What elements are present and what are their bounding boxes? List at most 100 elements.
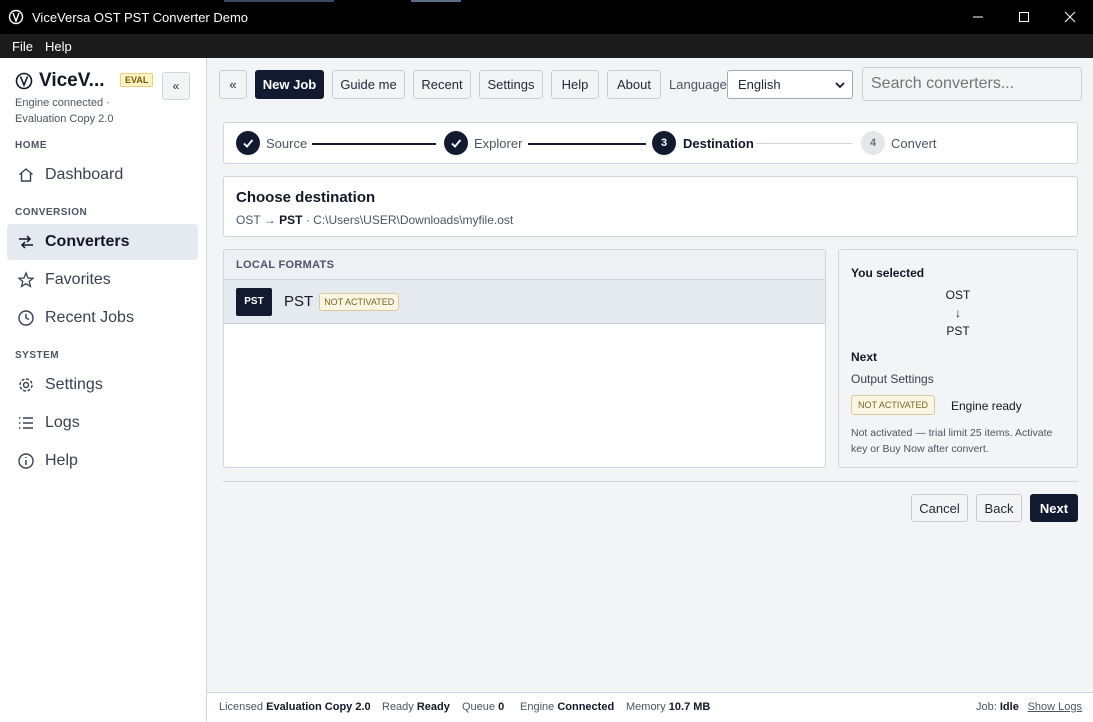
engine-ready-text: Engine ready — [951, 399, 1022, 413]
sidebar-item-dashboard[interactable]: Dashboard — [7, 157, 198, 193]
conversion-path: OST → PST · C:\Users\USER\Downloads\myfi… — [236, 213, 513, 227]
chevron-down-icon — [835, 82, 845, 89]
sidebar: ViceV... EVAL « Engine connected · Evalu… — [0, 58, 207, 722]
engine-status-line: Engine connected · — [15, 97, 110, 109]
sidebar-item-settings[interactable]: Settings — [7, 367, 198, 403]
minimize-button[interactable] — [955, 0, 1001, 34]
status-memory-value: 10.7 MB — [668, 701, 711, 713]
step-connector — [312, 143, 436, 145]
step-explorer-done — [444, 131, 468, 155]
status-bar: Licensed Evaluation Copy 2.0 Ready Ready… — [207, 692, 1093, 722]
search-input[interactable] — [862, 67, 1082, 101]
wizard-stepper: Source Explorer 3 Destination 4 Convert — [223, 122, 1078, 164]
step-label-explorer: Explorer — [474, 136, 523, 151]
status-engine-value: Connected — [557, 701, 615, 713]
status-engine-label: Engine — [520, 701, 555, 713]
gear-icon — [17, 376, 35, 394]
sidebar-collapse-button[interactable]: « — [162, 72, 190, 100]
toolbar-collapse-button[interactable]: « — [219, 70, 247, 99]
about-button[interactable]: About — [607, 70, 661, 99]
toolbar: « New Job Guide me Recent Settings Help … — [207, 58, 1093, 112]
clock-icon — [17, 309, 35, 327]
format-item-pst[interactable]: PST PST NOT ACTIVATED — [224, 280, 825, 324]
status-licensed: Licensed Evaluation Copy 2.0 — [219, 701, 371, 713]
step-label-source: Source — [266, 136, 308, 151]
minimize-icon — [973, 16, 983, 18]
step-source-done — [236, 131, 260, 155]
status-job-value: Idle — [999, 701, 1019, 713]
trial-note: Not activated — trial limit 25 items. Ac… — [851, 427, 1053, 455]
menu-help[interactable]: Help — [39, 39, 78, 54]
step-connector — [528, 143, 646, 145]
language-label: Language — [669, 77, 727, 92]
settings-button[interactable]: Settings — [479, 70, 543, 99]
step-connector — [756, 143, 852, 144]
status-engine: Engine Connected — [520, 701, 614, 713]
status-ready: Ready Ready — [382, 701, 450, 713]
summary-status-badge: NOT ACTIVATED — [851, 395, 936, 415]
home-icon — [17, 166, 35, 184]
window-title: ViceVersa OST PST Converter Demo — [32, 9, 249, 25]
sidebar-item-label: Dashboard — [45, 166, 124, 183]
maximize-icon — [1019, 12, 1029, 22]
menu-bar: File Help — [0, 34, 1093, 58]
eval-badge: EVAL — [120, 73, 154, 87]
star-icon — [17, 271, 35, 289]
sidebar-item-recent-jobs[interactable]: Recent Jobs — [7, 300, 198, 336]
sidebar-item-help[interactable]: Help — [7, 443, 198, 479]
source-format: OST — [236, 213, 261, 227]
status-queue-value: 0 — [498, 701, 505, 713]
new-job-button[interactable]: New Job — [255, 70, 324, 99]
title-accent — [224, 0, 334, 2]
selection-summary: You selected OST ↓ PST Next Output Setti… — [838, 249, 1078, 468]
summary-arrow: ↓ — [955, 306, 961, 320]
recent-button[interactable]: Recent — [413, 70, 471, 99]
cancel-button[interactable]: Cancel — [911, 494, 968, 522]
engine-status: Engine connected · Evaluation Copy 2.0 — [15, 95, 155, 127]
source-file-path: · C:\Users\USER\Downloads\myfile.ost — [305, 213, 514, 227]
checkmark-icon — [451, 139, 462, 148]
format-name: PST — [284, 293, 314, 310]
status-job-label: Job: — [976, 701, 997, 713]
next-button[interactable]: Next — [1030, 494, 1078, 522]
step-number-convert: 4 — [861, 131, 885, 155]
not-activated-badge: NOT ACTIVATED — [319, 292, 400, 311]
divider — [223, 481, 1078, 482]
summary-from: OST — [945, 288, 971, 302]
guide-me-button[interactable]: Guide me — [332, 70, 405, 99]
sidebar-item-logs[interactable]: Logs — [7, 405, 198, 441]
engine-version-line: Evaluation Copy 2.0 — [15, 113, 114, 125]
maximize-button[interactable] — [1001, 0, 1047, 34]
target-format: PST — [279, 213, 303, 227]
brand-logo-icon — [15, 72, 33, 90]
nav-section-home: HOME — [15, 140, 47, 151]
language-select[interactable]: English — [727, 70, 853, 99]
step-label-destination: Destination — [683, 136, 754, 151]
nav-section-conversion: CONVERSION — [15, 207, 88, 218]
status-memory: Memory 10.7 MB — [626, 701, 710, 713]
destination-header: Choose destination OST → PST · C:\Users\… — [223, 176, 1078, 237]
nav-section-system: SYSTEM — [15, 350, 60, 361]
help-button[interactable]: Help — [551, 70, 599, 99]
title-bar: ViceVersa OST PST Converter Demo — [0, 0, 1093, 34]
title-accent — [411, 0, 461, 2]
show-logs-link[interactable]: Show Logs — [1028, 701, 1082, 713]
close-button[interactable] — [1047, 0, 1093, 34]
formats-panel: LOCAL FORMATS PST PST NOT ACTIVATED — [223, 249, 826, 468]
status-ready-value: Ready — [416, 701, 450, 713]
swap-arrows-icon — [17, 233, 35, 251]
sidebar-item-favorites[interactable]: Favorites — [7, 262, 198, 298]
sidebar-item-label: Settings — [45, 376, 103, 393]
formats-header: LOCAL FORMATS — [224, 250, 825, 280]
step-label-convert: Convert — [891, 136, 937, 151]
status-licensed-value: Evaluation Copy 2.0 — [266, 701, 371, 713]
sidebar-item-label: Help — [45, 452, 78, 469]
status-memory-label: Memory — [626, 701, 666, 713]
brand: ViceV... — [15, 70, 105, 92]
sidebar-item-converters[interactable]: Converters — [7, 224, 198, 260]
back-button[interactable]: Back — [976, 494, 1022, 522]
sidebar-item-label: Favorites — [45, 271, 111, 288]
menu-file[interactable]: File — [6, 39, 39, 54]
language-value: English — [738, 77, 781, 92]
list-icon — [17, 414, 35, 432]
